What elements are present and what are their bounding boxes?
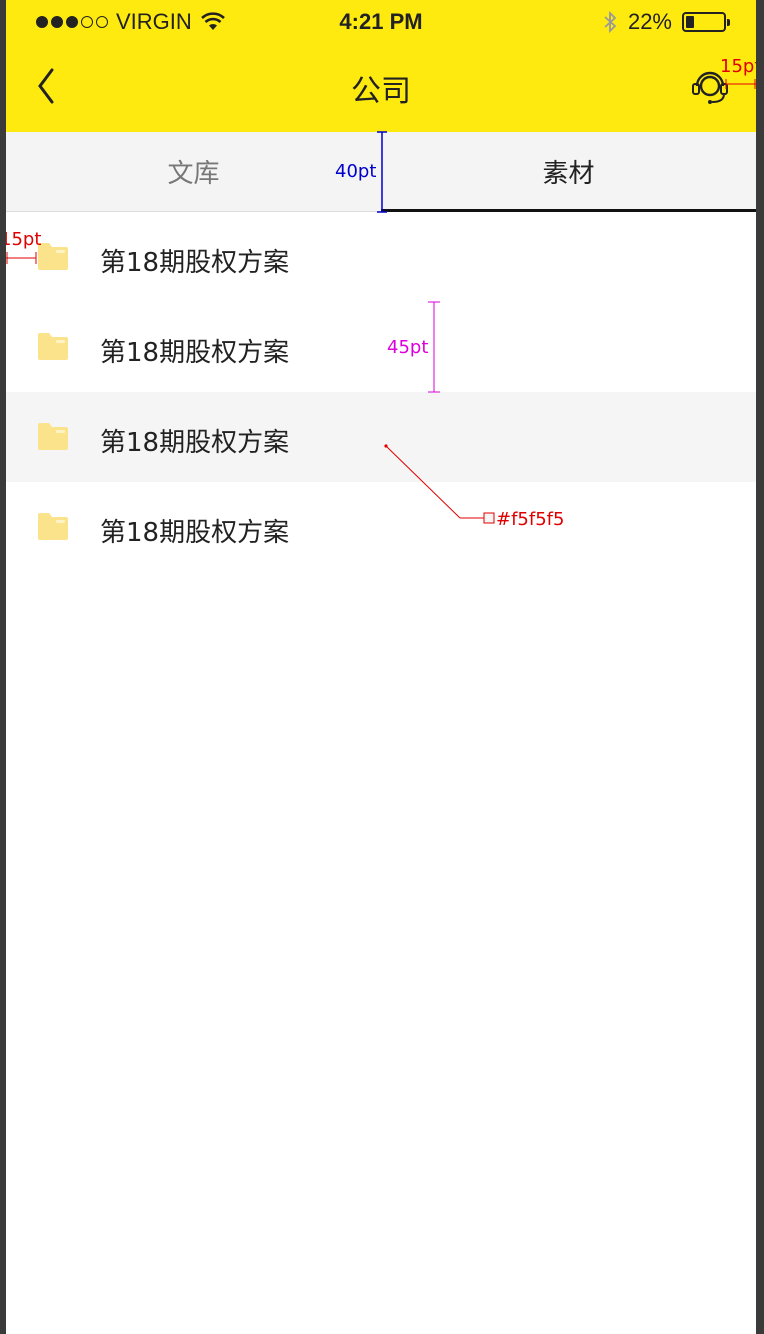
annotation-highlight-color: #f5f5f5 — [496, 509, 565, 530]
phone-screen: VIRGIN 4:21 PM 22% 公司 文库 素材 第18期股权方案 第18… — [6, 0, 756, 1334]
annotation-overlay — [6, 79, 756, 524]
annotation-list-margin: 15pt — [6, 229, 42, 250]
annotation-service-margin: 15pt — [720, 56, 756, 77]
annotation-row-height: 45pt — [387, 337, 429, 358]
annotation-tab-height: 40pt — [335, 161, 377, 182]
